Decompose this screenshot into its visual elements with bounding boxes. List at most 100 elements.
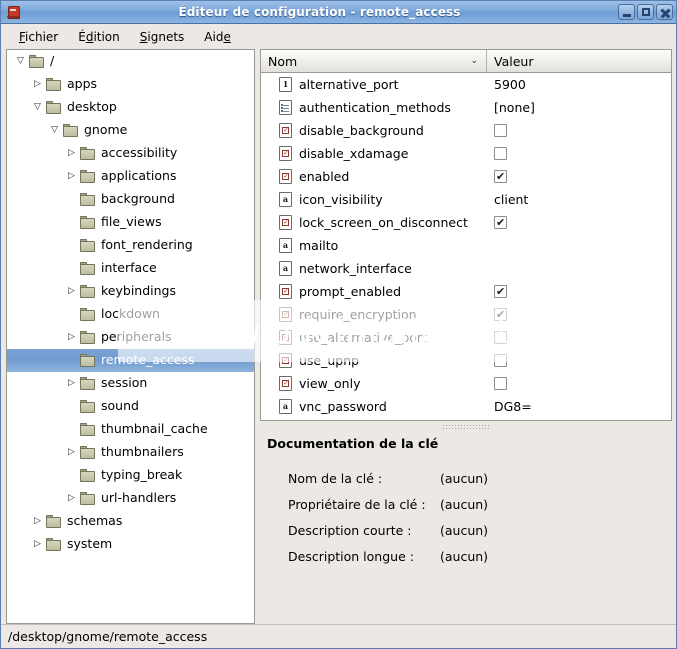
tree-item-label: thumbnail_cache (101, 421, 208, 437)
tree-item-schemas[interactable]: ▷ schemas (7, 510, 254, 533)
key-value-cell[interactable]: 5900 (487, 77, 671, 92)
folder-icon (80, 331, 96, 344)
folder-icon (80, 400, 96, 413)
tree-item-[interactable]: ▽ / (7, 50, 254, 73)
chevron-right-icon[interactable]: ▷ (63, 287, 80, 296)
menu-item-dition[interactable]: Édition (68, 27, 130, 47)
table-row[interactable]: ✓ enabled (261, 165, 671, 188)
chevron-right-icon[interactable]: ▷ (63, 448, 80, 457)
table-row[interactable]: ✓ require_encryption (261, 303, 671, 326)
tree-item-thumbnailers[interactable]: ▷ thumbnailers (7, 441, 254, 464)
tree-item-remote_access[interactable]: remote_access (7, 349, 254, 372)
key-value-cell[interactable] (487, 147, 671, 160)
value-checkbox[interactable] (494, 377, 507, 390)
tree-item-thumbnail_cache[interactable]: thumbnail_cache (7, 418, 254, 441)
right-pane: Nom ⌄ Valeur alternative_port 5900 authent… (260, 49, 672, 624)
table-row[interactable]: ✓ view_only (261, 372, 671, 395)
tree-item-accessibility[interactable]: ▷ accessibility (7, 142, 254, 165)
config-tree[interactable]: ▽ / ▷ apps ▽ desktop ▽ gnome ▷ accessibility ▷ appl… (6, 49, 255, 624)
pane-splitter[interactable] (260, 421, 672, 432)
menu-item-signets[interactable]: Signets (130, 27, 195, 47)
minimize-icon[interactable] (618, 4, 635, 20)
tree-item-keybindings[interactable]: ▷ keybindings (7, 280, 254, 303)
titlebar[interactable]: Éditeur de configuration - remote_access (1, 1, 676, 24)
table-row[interactable]: ✓ prompt_enabled (261, 280, 671, 303)
table-row[interactable]: ✓ disable_xdamage (261, 142, 671, 165)
key-value-cell[interactable] (487, 331, 671, 344)
key-value-cell[interactable] (487, 354, 671, 367)
chevron-right-icon[interactable]: ▷ (29, 80, 46, 89)
key-value-cell[interactable] (487, 308, 671, 321)
folder-icon (80, 216, 96, 229)
key-name-cell: ✓ view_only (261, 376, 487, 391)
table-row[interactable]: authentication_methods [none] (261, 96, 671, 119)
key-value-list[interactable]: Nom ⌄ Valeur alternative_port 5900 authent… (260, 49, 672, 421)
key-value-cell[interactable] (487, 170, 671, 183)
tree-item-label: apps (67, 76, 98, 92)
tree-item-desktop[interactable]: ▽ desktop (7, 96, 254, 119)
value-checkbox[interactable] (494, 354, 507, 367)
chevron-right-icon[interactable]: ▷ (63, 172, 80, 181)
chevron-right-icon[interactable]: ▷ (63, 333, 80, 342)
tree-item-gnome[interactable]: ▽ gnome (7, 119, 254, 142)
value-checkbox[interactable] (494, 147, 507, 160)
folder-icon (80, 377, 96, 390)
chevron-down-icon[interactable]: ▽ (46, 126, 63, 135)
string-type-icon (279, 238, 292, 253)
tree-item-background[interactable]: background (7, 188, 254, 211)
key-value-cell[interactable] (487, 377, 671, 390)
tree-item-font_rendering[interactable]: font_rendering (7, 234, 254, 257)
table-row[interactable]: alternative_port 5900 (261, 73, 671, 96)
key-value-cell[interactable]: [none] (487, 100, 671, 115)
folder-icon (80, 170, 96, 183)
table-row[interactable]: network_interface (261, 257, 671, 280)
tree-item-sound[interactable]: sound (7, 395, 254, 418)
table-row[interactable]: ✓ use_alternative_port (261, 326, 671, 349)
column-header-value[interactable]: Valeur (487, 50, 671, 72)
value-checkbox[interactable] (494, 308, 507, 321)
menu-item-aide[interactable]: Aide (194, 27, 241, 47)
value-checkbox[interactable] (494, 170, 507, 183)
tree-item-apps[interactable]: ▷ apps (7, 73, 254, 96)
table-row[interactable]: vnc_password DG8= (261, 395, 671, 418)
tree-item-system[interactable]: ▷ system (7, 533, 254, 556)
tree-item-file_views[interactable]: file_views (7, 211, 254, 234)
chevron-right-icon[interactable]: ▷ (63, 379, 80, 388)
splitter-grip[interactable] (442, 424, 490, 429)
tree-item-peripherals[interactable]: ▷ peripherals (7, 326, 254, 349)
key-value-cell[interactable] (487, 285, 671, 298)
tree-item-label: system (67, 536, 113, 552)
column-header-name[interactable]: Nom ⌄ (261, 50, 487, 72)
window-title: Éditeur de configuration - remote_access (178, 5, 461, 19)
key-value-cell[interactable]: client (487, 192, 671, 207)
close-icon[interactable] (656, 4, 673, 20)
tree-item-url-handlers[interactable]: ▷ url-handlers (7, 487, 254, 510)
value-checkbox[interactable] (494, 124, 507, 137)
tree-item-lockdown[interactable]: lockdown (7, 303, 254, 326)
tree-item-session[interactable]: ▷ session (7, 372, 254, 395)
chevron-right-icon[interactable]: ▷ (63, 149, 80, 158)
maximize-icon[interactable] (637, 4, 654, 20)
tree-item-typing_break[interactable]: typing_break (7, 464, 254, 487)
table-row[interactable]: ✓ disable_background (261, 119, 671, 142)
table-row[interactable]: mailto (261, 234, 671, 257)
key-value-cell[interactable] (487, 124, 671, 137)
tree-item-interface[interactable]: interface (7, 257, 254, 280)
table-row[interactable]: icon_visibility client (261, 188, 671, 211)
chevron-right-icon[interactable]: ▷ (29, 517, 46, 526)
key-value-cell[interactable] (487, 216, 671, 229)
table-row[interactable]: ✓ use_upnp (261, 349, 671, 372)
chevron-right-icon[interactable]: ▷ (63, 494, 80, 503)
key-value-cell[interactable]: DG8= (487, 399, 671, 414)
value-checkbox[interactable] (494, 331, 507, 344)
tree-item-applications[interactable]: ▷ applications (7, 165, 254, 188)
value-checkbox[interactable] (494, 216, 507, 229)
tree-item-label: accessibility (101, 145, 178, 161)
menu-item-fichier[interactable]: Fichier (9, 27, 68, 47)
table-row[interactable]: ✓ lock_screen_on_disconnect (261, 211, 671, 234)
folder-icon (46, 78, 62, 91)
chevron-right-icon[interactable]: ▷ (29, 540, 46, 549)
value-checkbox[interactable] (494, 285, 507, 298)
chevron-down-icon[interactable]: ▽ (29, 103, 46, 112)
chevron-down-icon[interactable]: ▽ (12, 57, 29, 66)
